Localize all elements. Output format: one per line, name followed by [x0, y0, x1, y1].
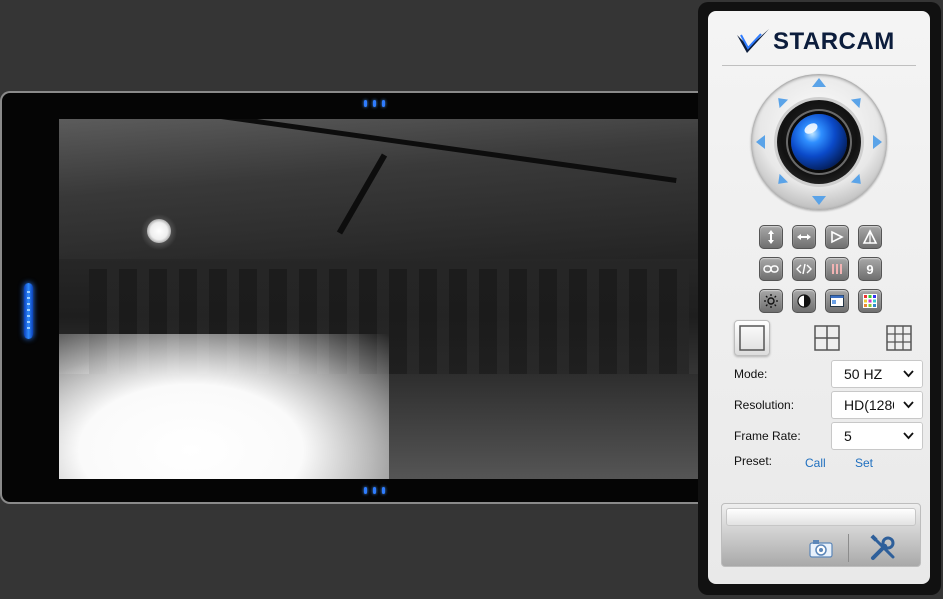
chevron-down-icon: [903, 401, 914, 409]
preset-number-text: 9: [866, 261, 874, 277]
play-icon: [831, 230, 844, 244]
control-panel-inner: STARCAM 9 Mode: 50 HZ Resolution: HD(128…: [708, 11, 930, 584]
resolution-select[interactable]: HD(1280: [831, 391, 923, 419]
window-icon: [830, 295, 844, 307]
pan-up-left-arrow-icon[interactable]: [773, 93, 789, 109]
nine-view-icon: [886, 325, 912, 351]
four-view-icon: [814, 325, 840, 351]
color-grid-button[interactable]: [858, 289, 882, 313]
camera-icon[interactable]: [809, 538, 833, 558]
logo-divider: [722, 65, 916, 66]
bottom-indicator: [364, 487, 385, 494]
vertical-patrol-button[interactable]: [759, 225, 783, 249]
link-button[interactable]: [759, 257, 783, 281]
top-indicator: [364, 100, 385, 107]
preset-call-link[interactable]: Call: [805, 456, 826, 470]
video-lamp: [147, 219, 171, 243]
bars-button[interactable]: [825, 257, 849, 281]
brand-logo: STARCAM: [735, 25, 895, 59]
lens-icon: [791, 114, 847, 170]
pan-down-left-arrow-icon[interactable]: [773, 173, 789, 189]
play-button[interactable]: [825, 225, 849, 249]
starcam-logo-icon: [737, 29, 769, 53]
bottom-bar-divider: [848, 534, 849, 562]
chevron-down-icon: [903, 432, 914, 440]
code-button[interactable]: [792, 257, 816, 281]
frame-rate-label: Frame Rate:: [734, 429, 801, 443]
color-grid-icon: [863, 294, 877, 308]
window-button[interactable]: [825, 289, 849, 313]
brightness-icon: [764, 294, 778, 308]
frame-rate-select[interactable]: 5: [831, 422, 923, 450]
ptz-control: [751, 74, 887, 210]
resolution-value: HD(1280: [844, 397, 901, 413]
preset-label: Preset:: [734, 454, 773, 468]
link-icon: [763, 265, 779, 273]
ptz-center-button[interactable]: [777, 100, 861, 184]
preset-row: Preset: Call Set: [734, 454, 914, 470]
bottom-action-bar: [721, 503, 921, 567]
video-glare: [59, 334, 389, 479]
flip-icon: [862, 229, 878, 244]
brightness-button[interactable]: [759, 289, 783, 313]
code-icon: [796, 263, 812, 275]
pan-right-arrow-icon[interactable]: [873, 135, 882, 149]
horizontal-patrol-icon: [797, 234, 811, 240]
control-panel: STARCAM 9 Mode: 50 HZ Resolution: HD(128…: [698, 2, 941, 595]
video-frame: [0, 91, 712, 504]
tool-button-grid: 9: [759, 225, 884, 313]
frame-rate-row: Frame Rate: 5: [734, 421, 923, 451]
brand-name: STARCAM: [773, 28, 895, 55]
contrast-button[interactable]: [792, 289, 816, 313]
preset-set-link[interactable]: Set: [855, 456, 873, 470]
resolution-row: Resolution: HD(1280: [734, 390, 923, 420]
mode-row: Mode: 50 HZ: [734, 359, 923, 389]
horizontal-patrol-button[interactable]: [792, 225, 816, 249]
pan-down-arrow-icon[interactable]: [812, 196, 826, 205]
nine-view-button[interactable]: [884, 323, 914, 353]
contrast-icon: [797, 294, 811, 308]
pan-up-arrow-icon[interactable]: [812, 78, 826, 87]
mode-select[interactable]: 50 HZ: [831, 360, 923, 388]
pan-up-right-arrow-icon[interactable]: [850, 93, 866, 109]
pan-down-right-arrow-icon[interactable]: [850, 173, 866, 189]
frame-rate-value: 5: [844, 428, 852, 444]
flip-button[interactable]: [858, 225, 882, 249]
bars-icon: [832, 264, 842, 274]
preset-number-button[interactable]: 9: [858, 257, 882, 281]
tools-icon[interactable]: [869, 534, 897, 562]
vertical-patrol-icon: [768, 230, 774, 244]
single-view-icon: [739, 325, 765, 351]
side-handle[interactable]: [24, 283, 33, 339]
pan-left-arrow-icon[interactable]: [756, 135, 765, 149]
resolution-label: Resolution:: [734, 398, 795, 412]
chevron-down-icon: [903, 370, 914, 378]
mode-value: 50 HZ: [844, 366, 883, 382]
video-feed[interactable]: [59, 119, 702, 479]
four-view-button[interactable]: [812, 323, 842, 353]
view-layout-selector: [734, 320, 914, 356]
single-view-button[interactable]: [734, 320, 770, 356]
bottom-bar-strip: [726, 508, 916, 526]
mode-label: Mode:: [734, 367, 768, 381]
